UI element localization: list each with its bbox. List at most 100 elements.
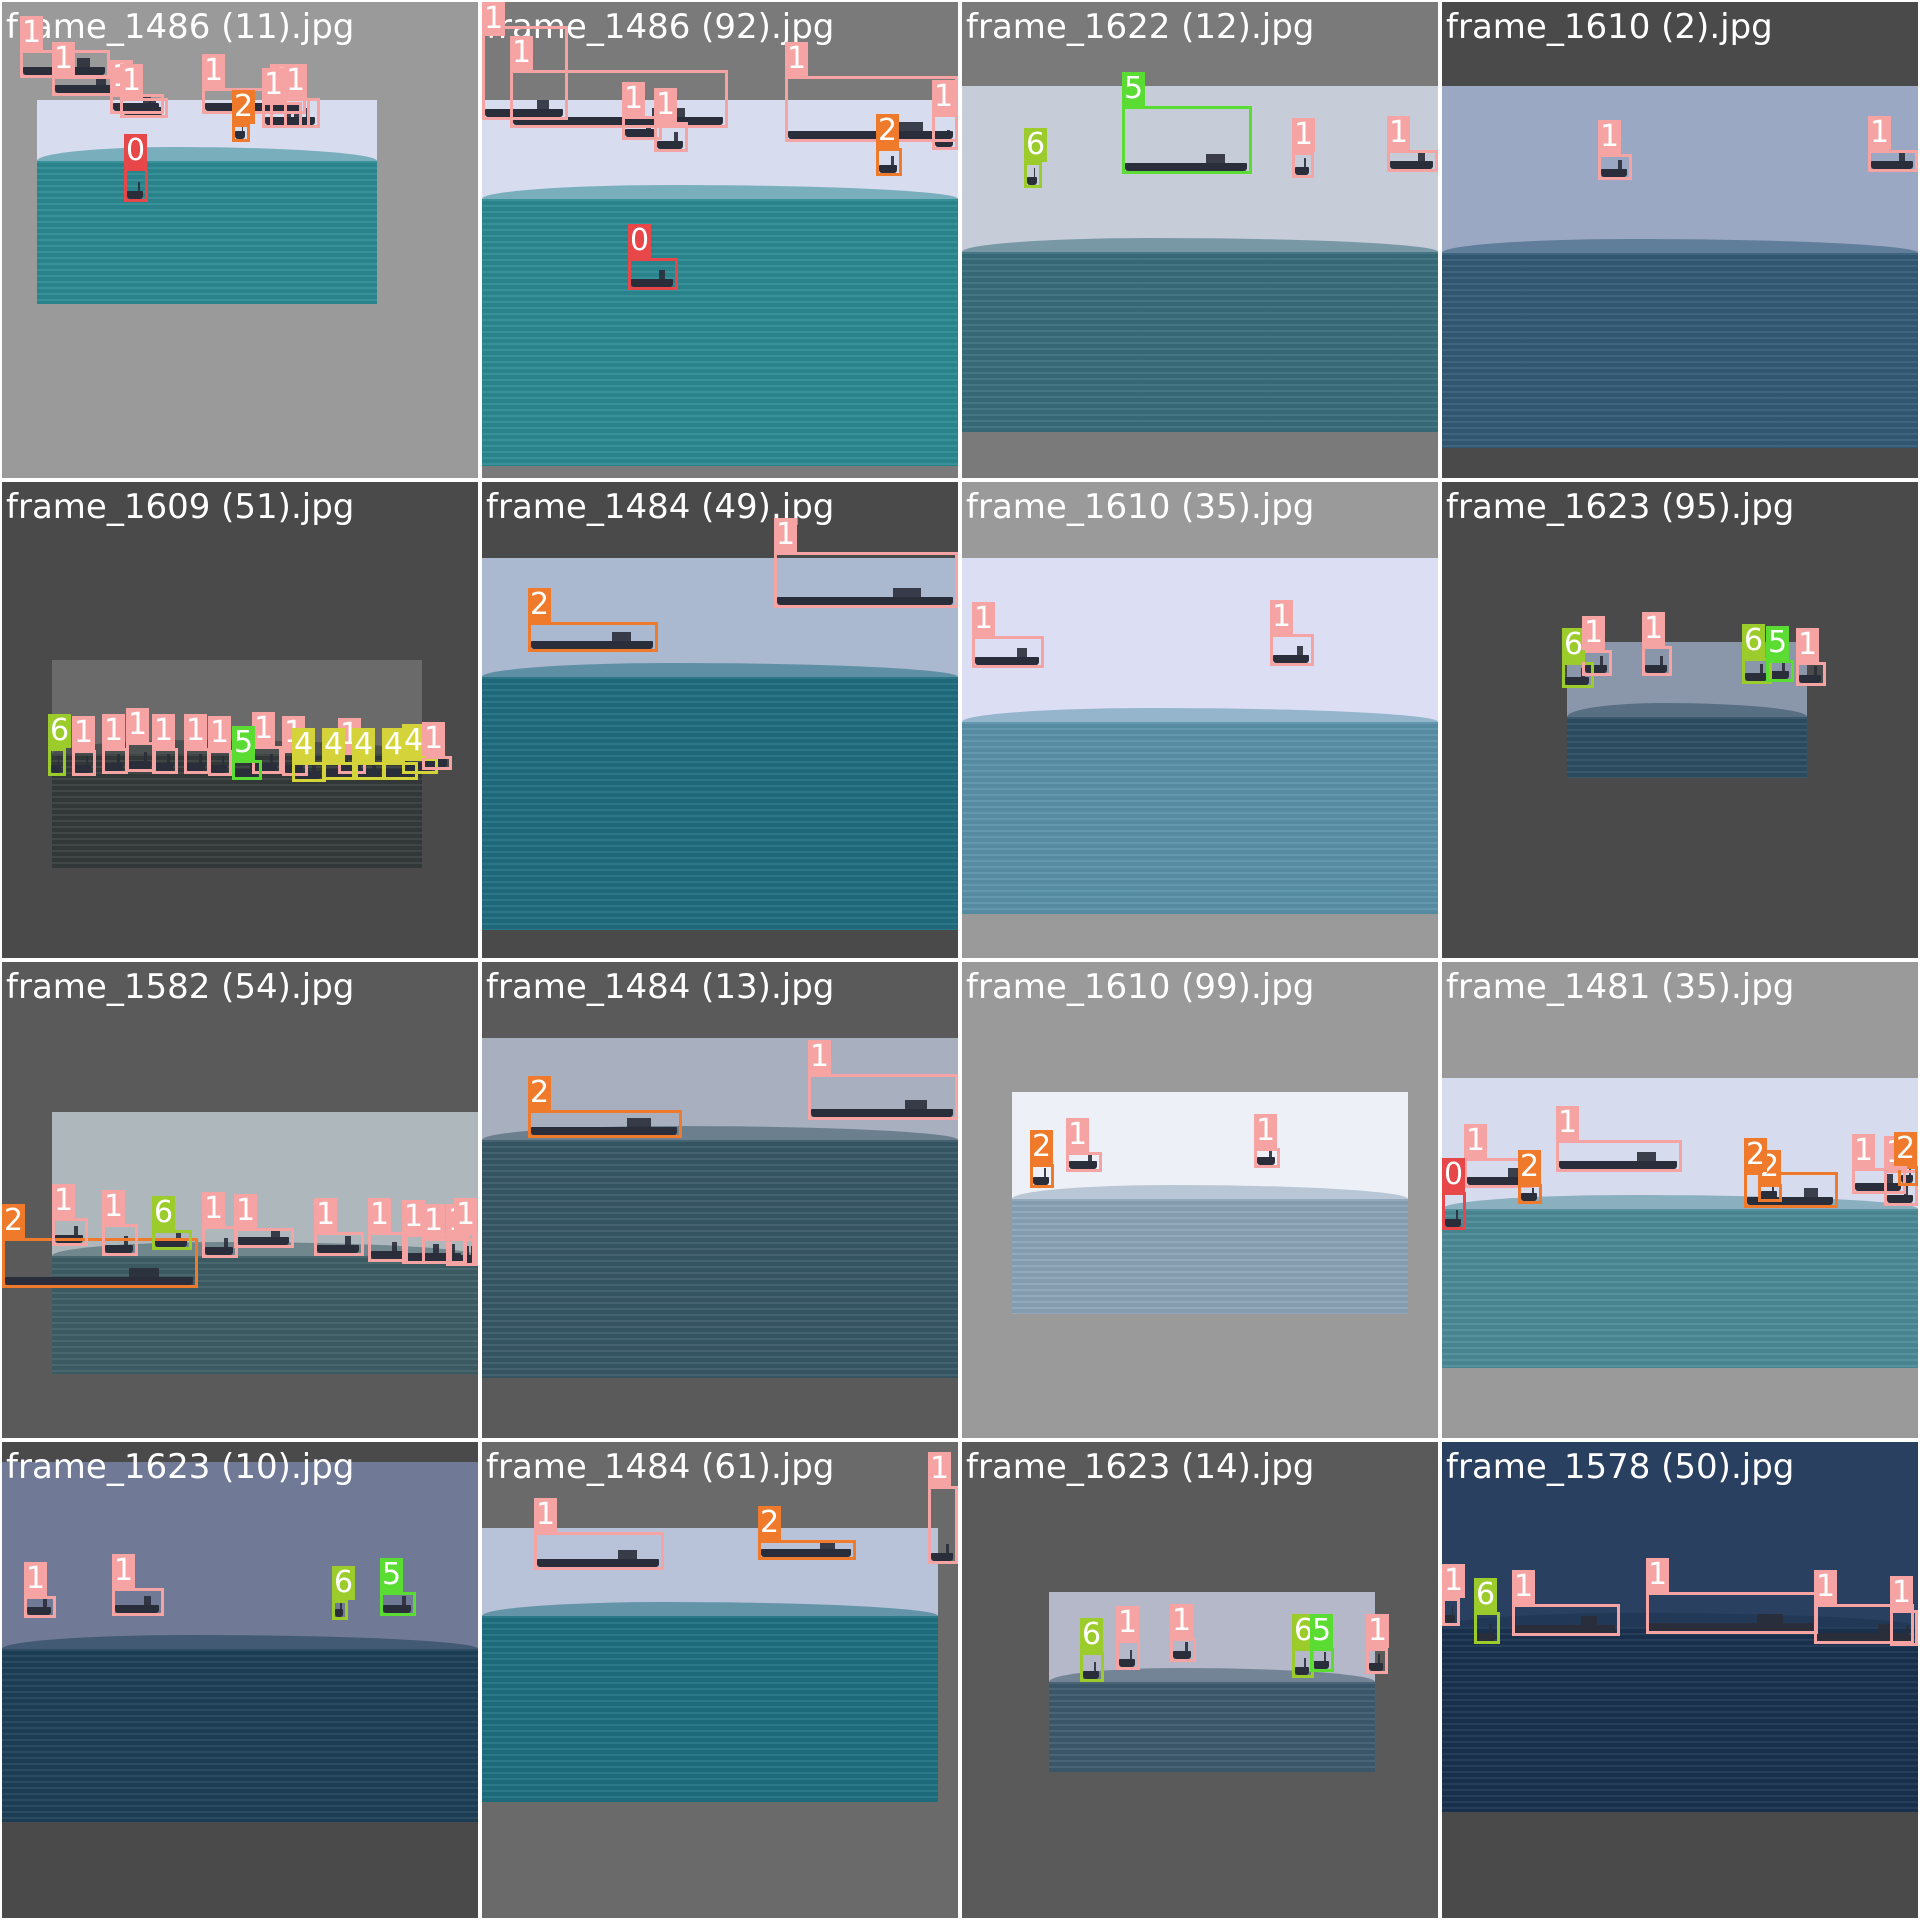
image-filename: frame_1623 (14).jpg (966, 1447, 1315, 1487)
class-label: 1 (1116, 1605, 1140, 1640)
detection-box (202, 1226, 238, 1258)
class-label: 1 (112, 1553, 136, 1588)
class-label: 2 (1894, 1131, 1918, 1166)
class-label: 1 (120, 63, 144, 98)
sea-photo (37, 100, 377, 304)
class-label: 1 (510, 35, 534, 70)
class-label: 2 (1744, 1137, 1768, 1172)
image-tile: frame_1486 (92).jpg 1 1 1 1 1 1 2 0 (482, 2, 958, 478)
class-label: 1 (1254, 1113, 1278, 1148)
detection-box (808, 1074, 958, 1120)
class-label: 1 (208, 715, 232, 750)
sea-photo (1442, 1078, 1918, 1368)
class-label: 1 (774, 517, 798, 552)
detection-box (1796, 662, 1826, 686)
class-label: 1 (534, 1497, 558, 1532)
class-label: 1 (102, 713, 126, 748)
detection-box (422, 756, 452, 770)
class-label: 1 (1582, 615, 1606, 650)
sea (482, 1140, 958, 1378)
image-tile: frame_1623 (95).jpg 6 1 1 6 5 1 (1442, 482, 1918, 958)
detection-box (380, 1592, 416, 1616)
class-label: 5 (1766, 625, 1790, 660)
detection-box (774, 552, 958, 608)
image-tile: frame_1609 (51).jpg61111111511444441 (2, 482, 478, 958)
class-label: 1 (126, 707, 150, 742)
detection-box (534, 1532, 664, 1570)
detection-box (932, 114, 958, 150)
detection-box (262, 102, 302, 128)
image-filename: frame_1610 (99).jpg (966, 967, 1315, 1007)
class-label: 1 (314, 1197, 338, 1232)
class-label: 6 (48, 713, 72, 748)
detection-box (628, 258, 678, 290)
detection-box (120, 98, 168, 118)
class-label: 0 (124, 133, 148, 168)
class-label: 6 (1080, 1617, 1104, 1652)
class-label: 1 (1868, 115, 1892, 150)
sea (1442, 1627, 1918, 1812)
image-tile: frame_1610 (99).jpg 2 1 1 (962, 962, 1438, 1438)
image-filename: frame_1578 (50).jpg (1446, 1447, 1795, 1487)
detection-box (1582, 650, 1612, 676)
detection-box (758, 1540, 856, 1560)
class-label: 1 (52, 41, 76, 76)
detection-box (1474, 1612, 1500, 1644)
detection-box (112, 1588, 164, 1616)
class-label: 1 (1512, 1569, 1536, 1604)
class-label: 1 (972, 601, 996, 636)
detection-box (1512, 1604, 1620, 1636)
class-label: 1 (262, 67, 286, 102)
detection-box (152, 1230, 192, 1250)
class-label: 1 (102, 1189, 126, 1224)
class-label: 1 (184, 713, 208, 748)
detection-box (654, 122, 688, 152)
detection-box (184, 748, 210, 774)
class-label: 4 (352, 727, 376, 762)
class-label: 1 (808, 1039, 832, 1074)
class-label: 1 (234, 1193, 258, 1228)
class-label: 1 (785, 41, 809, 76)
class-label: 1 (932, 79, 956, 114)
image-tile: frame_1484 (49).jpg 2 1 (482, 482, 958, 958)
detection-box (1366, 1648, 1388, 1674)
class-label: 1 (1556, 1105, 1580, 1140)
class-label: 1 (1796, 627, 1820, 662)
detection-box (1518, 1184, 1542, 1204)
class-label: 5 (1310, 1613, 1334, 1648)
detection-box (528, 1110, 682, 1138)
class-label: 1 (654, 87, 678, 122)
detection-box (1270, 634, 1314, 666)
image-tile: frame_1610 (2).jpg 1 1 (1442, 2, 1918, 478)
detection-box (1556, 1140, 1682, 1172)
detection-box (1766, 660, 1794, 682)
sea (1012, 1199, 1408, 1314)
class-label: 2 (2, 1203, 26, 1238)
class-label: 6 (1024, 127, 1048, 162)
detection-box (48, 748, 66, 776)
class-label: 5 (232, 725, 256, 760)
detection-box (928, 1486, 958, 1564)
class-label: 2 (758, 1505, 782, 1540)
class-label: 1 (622, 81, 646, 116)
sea (1567, 717, 1807, 778)
detection-box (1066, 1152, 1102, 1172)
sea-photo (1442, 86, 1918, 448)
detection-box (1598, 154, 1632, 180)
sea-photo (482, 558, 958, 930)
class-label: 2 (1518, 1149, 1542, 1184)
image-tile: frame_1484 (13).jpg 2 1 (482, 962, 958, 1438)
class-label: 1 (1387, 115, 1411, 150)
image-filename: frame_1582 (54).jpg (6, 967, 355, 1007)
detection-box (972, 636, 1044, 668)
image-filename: frame_1623 (10).jpg (6, 1447, 355, 1487)
detection-box (292, 762, 326, 782)
class-label: 1 (1852, 1133, 1876, 1168)
class-label: 1 (1646, 1557, 1670, 1592)
class-label: 1 (454, 1197, 478, 1232)
image-filename: frame_1610 (2).jpg (1446, 7, 1773, 47)
class-label: 1 (52, 1183, 76, 1218)
detection-box (314, 1232, 364, 1256)
sea (482, 199, 958, 466)
class-label: 6 (152, 1195, 176, 1230)
